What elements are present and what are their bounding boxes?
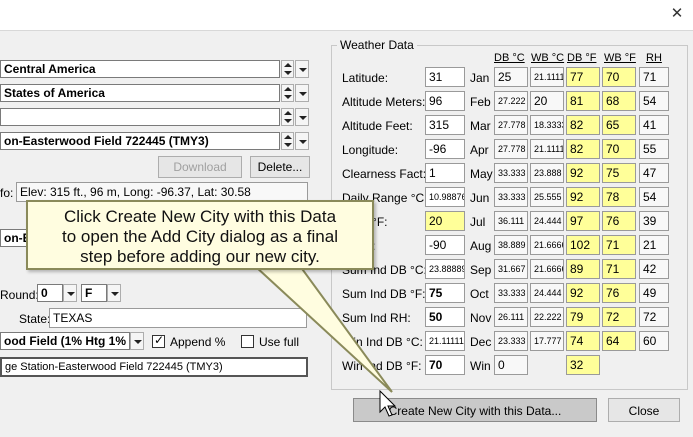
- tooltip-line-2: to open the Add City dialog as a final: [62, 227, 338, 246]
- tooltip-line-1: Click Create New City with this Data: [63, 207, 337, 226]
- callout-tooltip: Click Create New City with this Data to …: [26, 200, 374, 270]
- mouse-pointer-icon: [379, 390, 397, 417]
- tooltip-line-3: step before adding our new city.: [80, 247, 320, 266]
